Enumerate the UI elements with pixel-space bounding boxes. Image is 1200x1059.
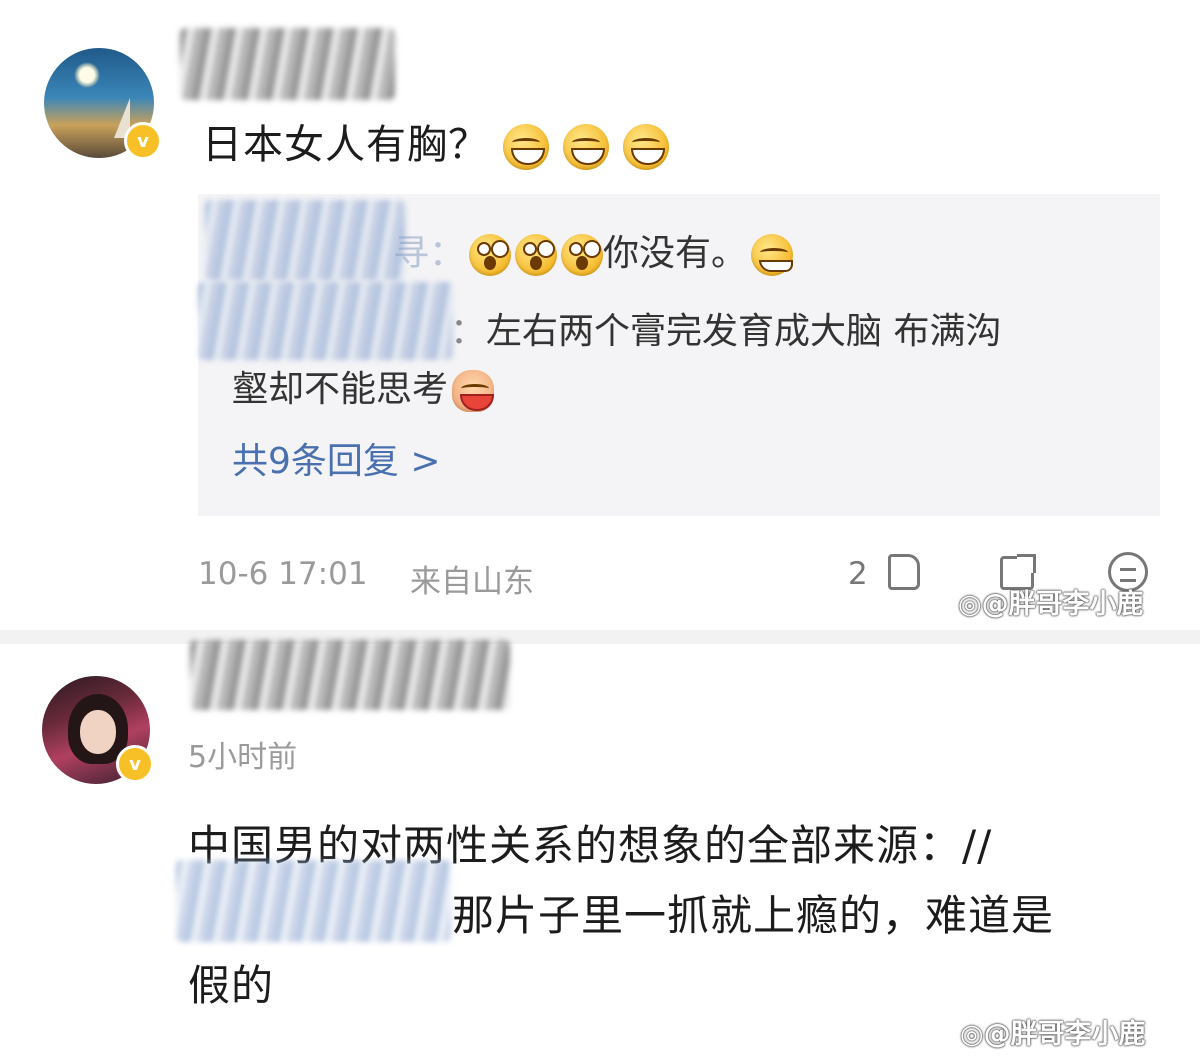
redacted-username — [180, 28, 395, 100]
reply-text: 左右两个膏完发育成大脑 布满沟 — [486, 311, 1002, 352]
comment-divider — [0, 630, 1200, 644]
shocked-emoji-icon — [561, 234, 604, 276]
comment-time: 10-6 17:01 — [198, 556, 368, 592]
grin-emoji-icon — [503, 124, 549, 170]
reply-item: ：左右两个膏完发育成大脑 布满沟 — [450, 302, 1001, 354]
redacted-username — [190, 640, 510, 710]
reply-text: 你没有。 — [603, 233, 748, 274]
shocked-emoji-icon — [469, 234, 512, 276]
comment-location: 来自山东 — [410, 564, 534, 600]
laughing-emoji-icon — [452, 370, 495, 412]
shocked-emoji-icon — [515, 234, 558, 276]
like-count: 2 — [848, 556, 868, 592]
avatar-face — [80, 710, 116, 754]
weibo-logo-icon: ◎ — [960, 1019, 984, 1050]
comment-line: 那片子里一抓就上瘾的，难道是 — [452, 891, 1055, 940]
redacted-reply-authors — [205, 200, 405, 280]
comment-line: 假的 — [188, 961, 275, 1010]
reply-author-suffix: ： — [450, 311, 487, 352]
redacted-mention — [176, 860, 451, 942]
view-replies-link[interactable]: 共9条回复 > — [232, 432, 441, 484]
comment-text: 日本女人有胸？ — [202, 122, 489, 168]
reply-text-cont: 壑却不能思考 — [232, 360, 495, 412]
weibo-logo-icon: ◎ — [958, 589, 982, 620]
comment-time: 5小时前 — [188, 740, 298, 775]
smirk-emoji-icon — [751, 234, 794, 276]
reply-item: 寻： 你没有。 — [393, 224, 794, 276]
weibo-watermark: ◎@胖哥李小鹿 — [960, 1019, 1146, 1050]
grin-emoji-icon — [623, 124, 669, 170]
sun-decoration — [74, 62, 100, 88]
weibo-watermark: ◎@胖哥李小鹿 — [958, 589, 1144, 620]
verified-badge-icon: v — [116, 745, 154, 783]
verified-badge-icon: v — [124, 122, 162, 160]
comment-body: 日本女人有胸？ — [202, 112, 669, 170]
grin-emoji-icon — [563, 124, 609, 170]
thumbs-up-icon[interactable] — [888, 554, 920, 590]
redacted-reply-authors — [198, 282, 453, 360]
